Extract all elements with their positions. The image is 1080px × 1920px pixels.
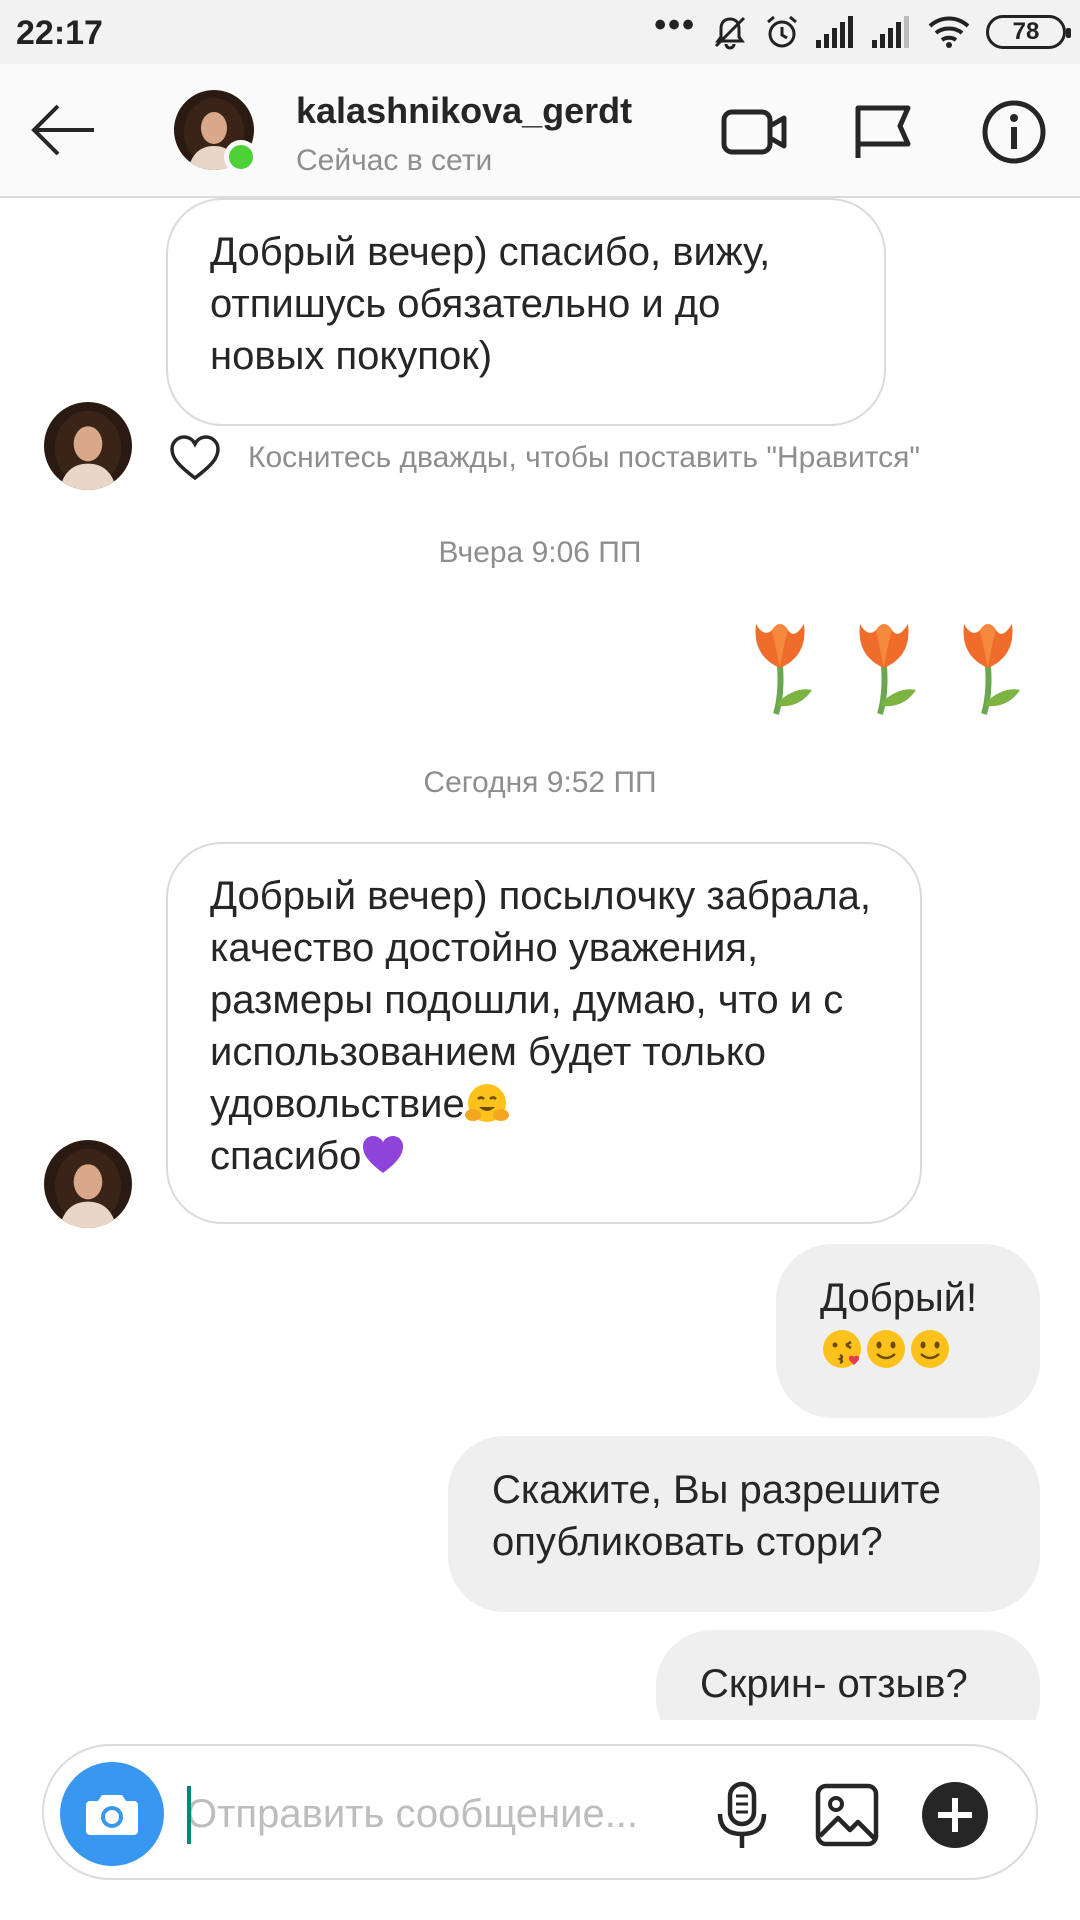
sent-message[interactable]: Добрый! xyxy=(776,1244,1040,1418)
smiling-face-emoji xyxy=(867,1330,905,1368)
status-icons: ••• 78 xyxy=(654,6,1071,54)
chat-online-status: Сейчас в сети xyxy=(296,144,493,177)
received-message[interactable]: Добрый вечер) спасибо, вижу, отпишусь об… xyxy=(166,198,886,426)
message-text: Добрый! xyxy=(820,1276,978,1320)
camera-icon xyxy=(86,1795,138,1835)
message-composer xyxy=(42,1744,1038,1880)
like-hint: Коснитесь дважды, чтобы поставить "Нрави… xyxy=(168,434,920,482)
tulip-emoji xyxy=(859,624,916,715)
sent-emoji-message[interactable] xyxy=(742,616,1028,716)
smiling-face-emoji xyxy=(911,1330,949,1368)
status-time: 22:17 xyxy=(16,14,103,52)
sender-avatar[interactable] xyxy=(44,402,132,490)
hugging-face-emoji xyxy=(464,1084,509,1122)
plus-icon[interactable] xyxy=(920,1780,990,1850)
tulip-emoji xyxy=(755,624,812,715)
battery-indicator: 78 xyxy=(986,15,1071,49)
sender-avatar[interactable] xyxy=(44,1140,132,1228)
message-input[interactable] xyxy=(186,1784,726,1844)
tulip-emoji xyxy=(963,624,1020,715)
mute-icon xyxy=(714,16,746,50)
signal-2-icon xyxy=(872,16,909,48)
status-bar: 22:17 ••• 78 xyxy=(0,0,1080,64)
video-call-icon[interactable] xyxy=(718,102,790,162)
gallery-icon[interactable] xyxy=(814,1782,880,1848)
info-icon[interactable] xyxy=(980,98,1048,166)
wifi-icon xyxy=(928,16,970,48)
kissing-face-emoji xyxy=(823,1330,861,1368)
online-indicator xyxy=(224,140,258,174)
signal-icon xyxy=(816,16,853,48)
flag-icon[interactable] xyxy=(848,102,920,162)
message-text: Добрый вечер) посылочку забрала, качеств… xyxy=(210,874,872,1126)
sent-message[interactable]: Скрин- отзыв? xyxy=(656,1630,1040,1720)
timestamp: Вчера 9:06 ПП xyxy=(438,536,642,569)
camera-button[interactable] xyxy=(60,1762,164,1866)
back-arrow-icon[interactable] xyxy=(28,102,100,158)
chat-header: kalashnikova_gerdt Сейчас в сети xyxy=(0,64,1080,198)
heart-icon[interactable] xyxy=(168,434,222,482)
message-text: Добрый вечер) спасибо, вижу, отпишусь об… xyxy=(210,230,771,378)
text-cursor xyxy=(187,1786,191,1844)
message-text: Скажите, Вы разрешите опубликовать стори… xyxy=(492,1468,941,1564)
alarm-icon xyxy=(767,15,797,48)
more-notifications-icon: ••• xyxy=(654,6,696,44)
message-text-tail: спасибо xyxy=(210,1134,362,1178)
like-hint-text: Коснитесь дважды, чтобы поставить "Нрави… xyxy=(248,441,921,474)
timestamp: Сегодня 9:52 ПП xyxy=(423,766,657,799)
microphone-icon[interactable] xyxy=(712,1780,772,1852)
message-clip-area: Скрин- отзыв? xyxy=(0,1620,1080,1720)
received-message[interactable]: Добрый вечер) посылочку забрала, качеств… xyxy=(166,842,922,1224)
purple-heart-emoji xyxy=(363,1136,404,1173)
message-text: Скрин- отзыв? xyxy=(700,1662,968,1706)
chat-username[interactable]: kalashnikova_gerdt xyxy=(296,90,632,132)
sent-message[interactable]: Скажите, Вы разрешите опубликовать стори… xyxy=(448,1436,1040,1612)
